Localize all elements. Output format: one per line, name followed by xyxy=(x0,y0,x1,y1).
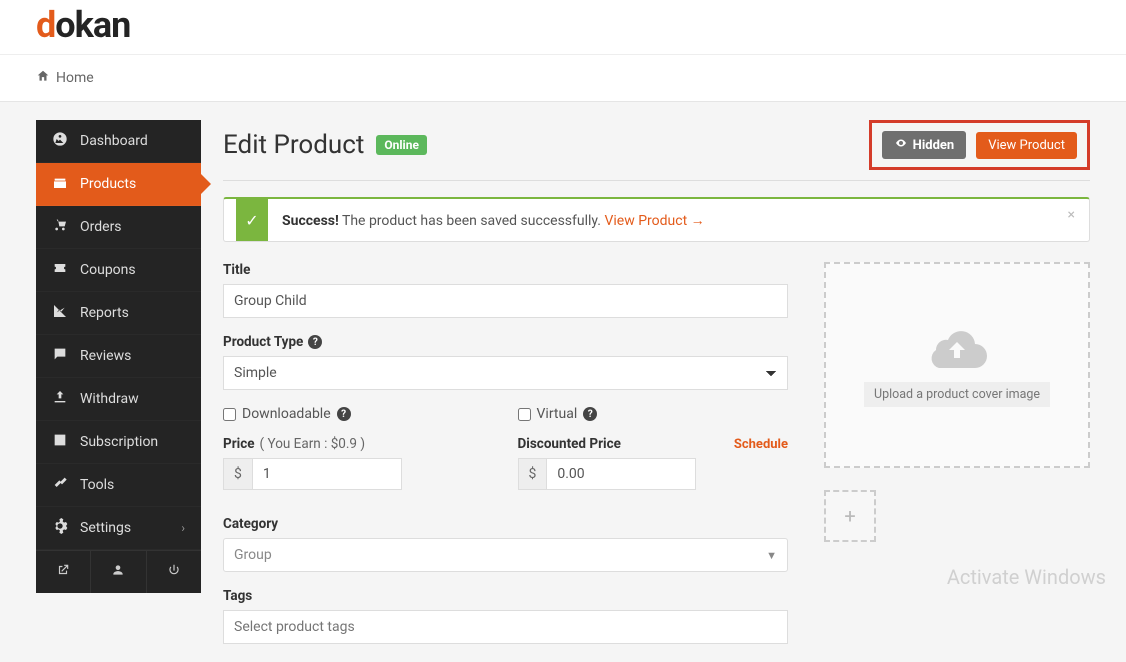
sidebar-item-orders[interactable]: Orders xyxy=(36,206,201,249)
title-label: Title xyxy=(223,262,788,278)
category-value: Group xyxy=(234,547,272,563)
view-product-button[interactable]: View Product xyxy=(976,132,1077,159)
downloadable-input[interactable] xyxy=(223,408,236,421)
reports-icon xyxy=(52,303,68,323)
title-input[interactable] xyxy=(223,284,788,318)
power-button[interactable] xyxy=(146,551,201,593)
discounted-price-label: Discounted Price xyxy=(518,436,621,452)
cover-image-upload[interactable]: Upload a product cover image xyxy=(824,262,1090,468)
dashboard-icon xyxy=(52,131,68,151)
products-icon xyxy=(52,174,68,194)
downloadable-checkbox[interactable]: Downloadable ? xyxy=(223,406,494,422)
sidebar-item-withdraw[interactable]: Withdraw xyxy=(36,378,201,421)
add-image-button[interactable]: + xyxy=(824,490,876,542)
sidebar-item-label: Orders xyxy=(80,219,122,235)
logo-d: d xyxy=(36,4,55,46)
hidden-label: Hidden xyxy=(913,138,955,153)
settings-icon xyxy=(52,518,68,538)
page-title: Edit Product xyxy=(223,130,364,160)
downloadable-label: Downloadable xyxy=(242,406,331,422)
title-actions-highlight: Hidden View Product xyxy=(869,120,1090,170)
sidebar-item-label: Settings xyxy=(80,520,131,536)
help-icon[interactable]: ? xyxy=(583,407,597,421)
sidebar-item-settings[interactable]: Settings › xyxy=(36,507,201,550)
sidebar-item-label: Reports xyxy=(80,305,129,321)
sidebar: Dashboard Products Orders Coupons Report… xyxy=(36,120,201,593)
cloud-upload-icon xyxy=(925,324,989,370)
currency-prefix: $ xyxy=(223,458,252,490)
tags-label: Tags xyxy=(223,588,788,604)
hidden-button[interactable]: Hidden xyxy=(882,131,967,159)
alert-strong: Success! xyxy=(282,213,339,229)
chevron-right-icon: › xyxy=(181,521,185,535)
sidebar-item-dashboard[interactable]: Dashboard xyxy=(36,120,201,163)
virtual-input[interactable] xyxy=(518,408,531,421)
withdraw-icon xyxy=(52,389,68,409)
price-input[interactable] xyxy=(252,458,402,490)
eye-slash-icon xyxy=(894,137,908,153)
brand-logo[interactable]: dokan xyxy=(36,0,1090,54)
virtual-label: Virtual xyxy=(537,406,578,422)
price-label: Price xyxy=(223,436,255,452)
help-icon[interactable]: ? xyxy=(337,407,351,421)
sidebar-item-label: Subscription xyxy=(80,434,158,450)
plus-icon: + xyxy=(844,504,855,528)
sidebar-item-reviews[interactable]: Reviews xyxy=(36,335,201,378)
alert-text: The product has been saved successfully. xyxy=(339,213,605,229)
coupons-icon xyxy=(52,260,68,280)
sidebar-item-label: Tools xyxy=(80,477,114,493)
success-alert: ✓ Success! The product has been saved su… xyxy=(223,197,1090,242)
alert-view-link[interactable]: View Product → xyxy=(604,213,704,229)
orders-icon xyxy=(52,217,68,237)
tools-icon xyxy=(52,475,68,495)
sidebar-item-reports[interactable]: Reports xyxy=(36,292,201,335)
product-type-select[interactable]: Simple xyxy=(223,356,788,390)
earn-text: ( You Earn : $0.9 ) xyxy=(260,436,366,452)
discounted-price-input[interactable] xyxy=(546,458,696,490)
user-button[interactable] xyxy=(90,551,145,593)
help-icon[interactable]: ? xyxy=(308,335,322,349)
reviews-icon xyxy=(52,346,68,366)
sidebar-item-label: Coupons xyxy=(80,262,136,278)
check-icon: ✓ xyxy=(236,199,268,241)
sidebar-item-products[interactable]: Products xyxy=(36,163,201,206)
sidebar-item-label: Products xyxy=(80,176,136,192)
external-link-button[interactable] xyxy=(36,551,90,593)
product-type-label: Product Type xyxy=(223,334,303,350)
status-badge-online: Online xyxy=(376,135,427,155)
breadcrumb-home: Home xyxy=(56,70,94,86)
category-select[interactable]: Group ▼ xyxy=(223,538,788,572)
sidebar-item-label: Dashboard xyxy=(80,133,148,149)
sidebar-item-label: Withdraw xyxy=(80,391,139,407)
logo-okan: okan xyxy=(55,4,130,46)
currency-prefix: $ xyxy=(518,458,547,490)
home-icon xyxy=(36,69,50,87)
schedule-link[interactable]: Schedule xyxy=(734,437,788,452)
sidebar-item-tools[interactable]: Tools xyxy=(36,464,201,507)
close-icon[interactable]: × xyxy=(1068,207,1075,223)
category-label: Category xyxy=(223,516,788,532)
sidebar-item-subscription[interactable]: Subscription xyxy=(36,421,201,464)
cover-text: Upload a product cover image xyxy=(864,382,1050,407)
subscription-icon xyxy=(52,432,68,452)
virtual-checkbox[interactable]: Virtual ? xyxy=(518,406,789,422)
caret-down-icon: ▼ xyxy=(766,549,777,562)
sidebar-item-label: Reviews xyxy=(80,348,131,364)
tags-input[interactable] xyxy=(223,610,788,644)
sidebar-item-coupons[interactable]: Coupons xyxy=(36,249,201,292)
view-label: View Product xyxy=(988,138,1065,153)
breadcrumb[interactable]: Home xyxy=(36,69,1090,87)
